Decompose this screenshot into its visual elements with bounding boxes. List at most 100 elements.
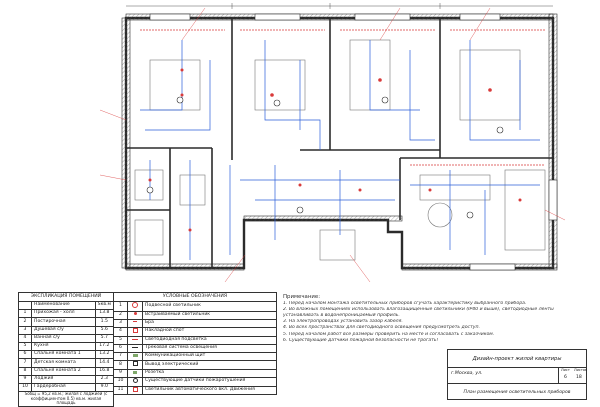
room-area: 2.3 (94, 374, 115, 384)
legend-label: Розетка (142, 368, 277, 378)
project-address: г.Москва, ул. (451, 371, 483, 376)
legend-row: 5 Светодиодная подсветка (113, 335, 277, 345)
led-strip-icon (127, 335, 143, 345)
legend-label: Светильник автоматического вкл. Движения (142, 385, 277, 396)
legend-row: 10 Существующие датчики пожаротушения (113, 376, 277, 387)
title-block: Дизайн-проект жилой квартиры г.Москва, у… (447, 349, 587, 400)
room-area: 16.8 (94, 366, 115, 376)
fixture (358, 188, 362, 192)
legend-label: Накладной спот (142, 326, 277, 337)
table-row: 2 Постирочная 1.5 (18, 317, 115, 327)
recessed-light-icon (127, 310, 143, 320)
room-name: Спальня комната 2 (31, 366, 96, 376)
legend-number: 1 (113, 301, 128, 312)
explication-header: Наименование (31, 300, 96, 311)
legend-label: Вывод электрический (142, 360, 277, 370)
cabinet-icon (127, 351, 143, 362)
legend-number: 5 (113, 335, 128, 345)
room-number: 7 (18, 358, 32, 368)
legend-label: Трековая система освещения (142, 343, 277, 353)
legend-number: 4 (113, 326, 128, 337)
legend-table: УСЛОВНЫЕ ОБОЗНАЧЕНИЯ 1 Подвесной светильн… (113, 292, 277, 396)
room-area: 5.7 (94, 333, 115, 343)
table-row: 5 Кухня 17.2 (18, 341, 115, 352)
legend-number: 8 (113, 360, 128, 370)
room-number: 4 (18, 333, 32, 343)
sheet-label: Лист (561, 368, 570, 372)
fixture (428, 188, 432, 192)
fixture (148, 178, 152, 182)
legend-row: 1 Подвесной светильник (113, 301, 277, 312)
explication-footer: Sобщ = 95,2 кв.м.; жилая с лоджией (с ко… (18, 391, 114, 407)
motion-light-icon (127, 385, 143, 396)
legend-label: Светодиодная подсветка (142, 335, 277, 345)
legend-number: 3 (113, 318, 128, 328)
room-number: 6 (18, 350, 32, 360)
legend-title: УСЛОВНЫЕ ОБОЗНАЧЕНИЯ (113, 292, 277, 302)
legend-number: 2 (113, 310, 128, 320)
legend-row: 6 Трековая система освещения (113, 343, 277, 353)
table-row: 8 Спальня комната 2 16.8 (18, 366, 115, 376)
legend-number: 9 (113, 368, 128, 378)
legend-row: 3 Бра (113, 318, 277, 328)
note-line: 6. Существующие датчики пожарной безопас… (283, 337, 439, 343)
fixture (518, 198, 522, 202)
legend-row: 11 Светильник автоматического вкл. Движен… (113, 385, 277, 396)
windows (149, 13, 558, 271)
fixture (488, 88, 492, 92)
fixture (180, 93, 184, 97)
room-area: 9.0 (94, 382, 115, 393)
table-row: 1 Прихожая - холл 13.8 (18, 309, 115, 319)
room-name: Прихожая - холл (31, 309, 96, 319)
legend-number: 7 (113, 351, 128, 362)
room-name: Детская комната (31, 358, 96, 368)
room-name: Кухня (31, 341, 96, 352)
sheet-total: 18 (576, 375, 582, 380)
notes-block: Примечание: 1. Перед началом монтажа осв… (283, 294, 583, 344)
table-row: 3 Душевая с/у 5.6 (18, 325, 115, 335)
notes-title: Примечание: (283, 294, 321, 300)
room-number: 9 (18, 374, 32, 384)
legend-row: 7 Коммуникационный щит (113, 351, 277, 362)
room-area: 13.2 (94, 350, 115, 360)
legend-label: Бра (142, 318, 277, 328)
pendant-light-icon (127, 301, 143, 312)
room-number: 3 (18, 325, 32, 335)
room-name: Лоджия (31, 374, 96, 384)
sconce-icon (127, 318, 143, 328)
room-number: 2 (18, 317, 32, 327)
room-area: 5.6 (94, 325, 115, 335)
room-area: 1.5 (94, 317, 115, 327)
room-number: 5 (18, 341, 32, 352)
fire-sensor-icon (127, 376, 143, 387)
legend-label: Подвесной светильник (142, 301, 277, 312)
legend-row: 2 Встраиваемый светильник (113, 310, 277, 320)
table-row: 4 Ванная с/у 5.7 (18, 333, 115, 343)
table-row: 6 Спальня комната 1 13.2 (18, 350, 115, 360)
explication-header (18, 300, 32, 311)
room-explication-table: ЭКСПЛИКАЦИЯ ПОМЕЩЕНИЙ Наименование Sкв.м… (18, 292, 115, 407)
sheets-label: Листов (574, 368, 588, 372)
table-row: 9 Лоджия 2.3 (18, 374, 115, 384)
room-name: Гардеробная (31, 382, 96, 393)
surface-spot-icon (127, 326, 143, 337)
legend-number: 11 (113, 385, 128, 396)
dimension-lines (126, 3, 553, 9)
room-number: 1 (18, 309, 32, 319)
drawing-name: План размещения осветительных приборов (448, 383, 586, 400)
room-area: 13.8 (94, 309, 115, 319)
project-title: Дизайн-проект жилой квартиры (448, 350, 586, 368)
fixture (180, 68, 184, 72)
room-area: 17.2 (94, 341, 115, 352)
socket-icon (127, 368, 143, 378)
lighting-floor-plan (99, 3, 566, 283)
legend-label: Встраиваемый светильник (142, 310, 277, 320)
legend-number: 6 (113, 343, 128, 353)
legend-number: 10 (113, 376, 128, 387)
explication-title: ЭКСПЛИКАЦИЯ ПОМЕЩЕНИЙ (18, 292, 114, 302)
room-number: 10 (18, 382, 32, 393)
sheet-number: 6 (564, 375, 567, 380)
table-row: 10 Гардеробная 9.0 (18, 382, 115, 393)
room-number: 8 (18, 366, 32, 376)
fixture (378, 78, 382, 82)
